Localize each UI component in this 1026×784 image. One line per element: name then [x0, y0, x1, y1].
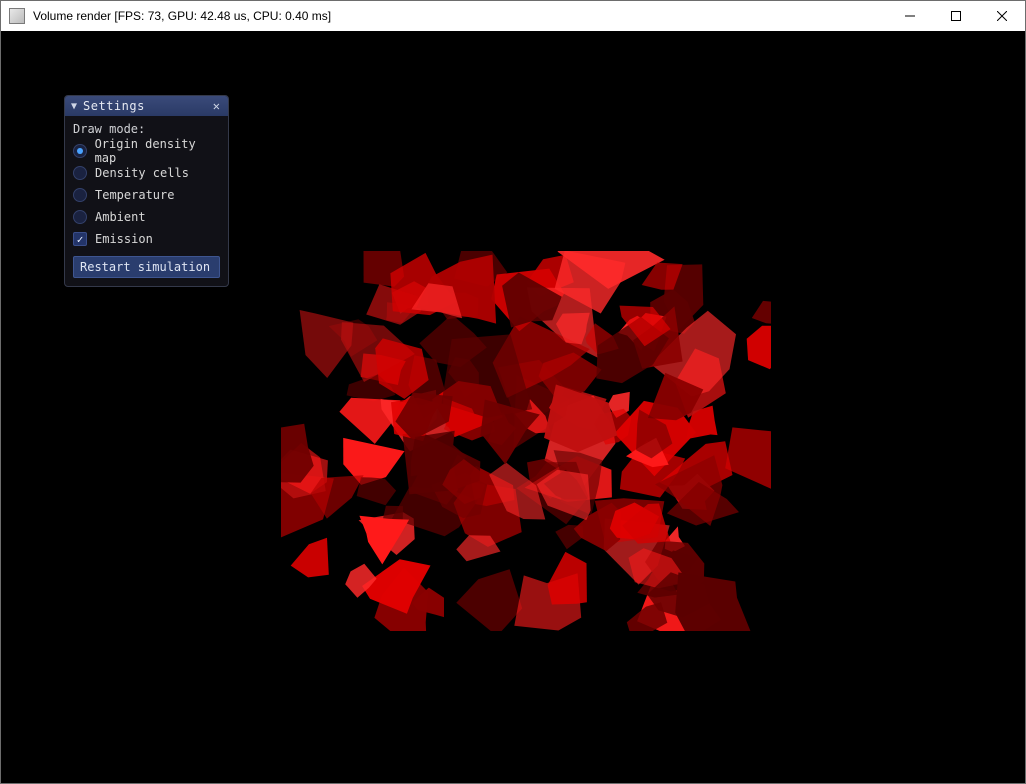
option-label: Temperature — [95, 188, 174, 202]
settings-panel-header[interactable]: ▼ Settings ✕ — [65, 96, 228, 116]
minimize-button[interactable] — [887, 1, 933, 31]
collapse-icon[interactable]: ▼ — [71, 101, 77, 112]
viewport[interactable]: ▼ Settings ✕ Draw mode: Origin density m… — [1, 31, 1025, 783]
restart-simulation-button[interactable]: Restart simulation — [73, 256, 220, 278]
draw-mode-option-density-cells[interactable]: Density cells — [73, 164, 220, 182]
radio-icon — [73, 188, 87, 202]
option-label: Ambient — [95, 210, 146, 224]
settings-panel-close[interactable]: ✕ — [211, 99, 222, 113]
option-label: Origin density map — [95, 137, 220, 165]
window-title: Volume render [FPS: 73, GPU: 42.48 us, C… — [33, 9, 331, 23]
maximize-button[interactable] — [933, 1, 979, 31]
close-button[interactable] — [979, 1, 1025, 31]
checkbox-label: Emission — [95, 232, 153, 246]
radio-icon — [73, 210, 87, 224]
draw-mode-option-temperature[interactable]: Temperature — [73, 186, 220, 204]
close-icon — [997, 11, 1007, 21]
minimize-icon — [905, 11, 915, 21]
draw-mode-option-origin-density-map[interactable]: Origin density map — [73, 142, 220, 160]
settings-panel-body: Draw mode: Origin density map Density ce… — [65, 116, 228, 286]
radio-icon — [73, 144, 87, 158]
draw-mode-label: Draw mode: — [73, 122, 220, 136]
maximize-icon — [951, 11, 961, 21]
settings-panel-title: Settings — [83, 99, 205, 113]
checkbox-icon: ✓ — [73, 232, 87, 246]
titlebar[interactable]: Volume render [FPS: 73, GPU: 42.48 us, C… — [1, 1, 1025, 31]
emission-checkbox[interactable]: ✓ Emission — [73, 230, 220, 248]
app-window: Volume render [FPS: 73, GPU: 42.48 us, C… — [0, 0, 1026, 784]
settings-panel[interactable]: ▼ Settings ✕ Draw mode: Origin density m… — [64, 95, 229, 287]
draw-mode-option-ambient[interactable]: Ambient — [73, 208, 220, 226]
option-label: Density cells — [95, 166, 189, 180]
app-icon — [9, 8, 25, 24]
radio-icon — [73, 166, 87, 180]
voronoi-render — [281, 251, 771, 631]
